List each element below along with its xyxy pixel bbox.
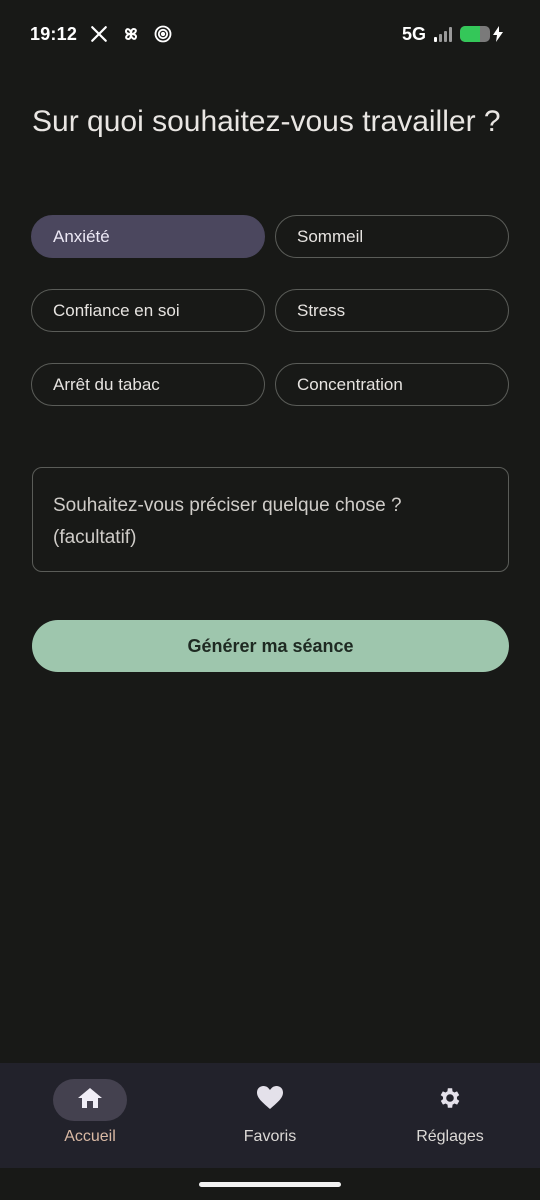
nav-item-accueil[interactable]: Accueil bbox=[0, 1063, 180, 1168]
chip-arret-du-tabac[interactable]: Arrêt du tabac bbox=[31, 363, 265, 406]
home-gesture-handle[interactable] bbox=[199, 1182, 341, 1187]
app-screen: 19:12 5G Sur quoi souhaitez-vous travail… bbox=[0, 0, 540, 1200]
pinwheel-icon bbox=[121, 24, 141, 44]
signal-strength-icon bbox=[434, 26, 452, 42]
battery-icon bbox=[460, 26, 504, 42]
details-input[interactable]: Souhaitez-vous préciser quelque chose ? … bbox=[32, 467, 509, 572]
home-icon bbox=[77, 1086, 103, 1115]
nav-label-reglages: Réglages bbox=[416, 1128, 484, 1145]
nav-label-favoris: Favoris bbox=[243, 1128, 297, 1145]
page-title: Sur quoi souhaitez-vous travailler ? bbox=[32, 105, 501, 138]
network-type: 5G bbox=[401, 23, 426, 44]
nav-item-favoris[interactable]: Favoris bbox=[180, 1063, 360, 1168]
chip-concentration[interactable]: Concentration bbox=[275, 363, 509, 406]
chip-anxiete[interactable]: Anxiété bbox=[31, 215, 265, 258]
status-left: 19:12 bbox=[30, 24, 173, 45]
chip-stress[interactable]: Stress bbox=[275, 289, 509, 332]
status-bar: 19:12 5G bbox=[0, 0, 540, 68]
chip-sommeil[interactable]: Sommeil bbox=[275, 215, 509, 258]
x-logo-icon bbox=[89, 24, 109, 44]
gear-icon bbox=[437, 1085, 463, 1116]
status-time: 19:12 bbox=[30, 23, 78, 44]
nav-item-reglages[interactable]: Réglages bbox=[360, 1063, 540, 1168]
heart-icon bbox=[256, 1085, 284, 1116]
nav-icon-pill bbox=[233, 1079, 307, 1121]
topic-chips: Anxiété Sommeil Confiance en soi Stress … bbox=[31, 215, 509, 406]
nav-icon-pill bbox=[413, 1079, 487, 1121]
nav-label-accueil: Accueil bbox=[64, 1128, 116, 1145]
nav-icon-pill bbox=[53, 1079, 127, 1121]
gesture-area bbox=[0, 1168, 540, 1200]
target-icon bbox=[153, 24, 173, 44]
chip-confiance-en-soi[interactable]: Confiance en soi bbox=[31, 289, 265, 332]
generate-session-button[interactable]: Générer ma séance bbox=[32, 620, 509, 672]
bottom-navigation: Accueil Favoris Réglages bbox=[0, 1063, 540, 1168]
status-right: 5G bbox=[402, 24, 504, 45]
